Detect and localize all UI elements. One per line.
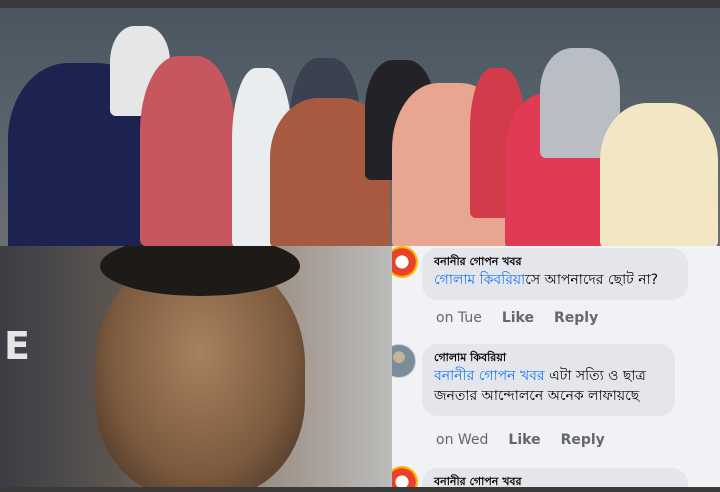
page-logo-icon[interactable] bbox=[392, 466, 418, 487]
comment-text: গোলাম কিবরিয়াসে আপনাদের ছোট না? bbox=[434, 270, 676, 290]
comment-bubble: বনানীর গোপন খবর bbox=[422, 468, 688, 487]
top-frame-bar bbox=[0, 0, 720, 8]
like-button[interactable]: Like bbox=[508, 432, 540, 448]
comment-bubble: গোলাম কিবরিয়া বনানীর গোপন খবর এটা সত্যি… bbox=[422, 344, 675, 416]
comment-time[interactable]: on Tue bbox=[436, 310, 482, 326]
page-logo-icon[interactable] bbox=[392, 246, 418, 278]
comment-thread: বনানীর গোপন খবর গোলাম কিবরিয়াসে আপনাদের… bbox=[392, 246, 720, 487]
comment-actions: on Wed Like Reply bbox=[436, 432, 605, 448]
photo-person bbox=[140, 56, 235, 246]
comment-author[interactable]: গোলাম কিবরিয়া bbox=[434, 350, 663, 366]
user-avatar-icon[interactable] bbox=[392, 344, 416, 378]
comment-body: সে আপনাদের ছোট না? bbox=[525, 272, 659, 288]
comment-actions: on Tue Like Reply bbox=[436, 310, 598, 326]
comment-author[interactable]: বনানীর গোপন খবর bbox=[434, 254, 676, 270]
comment-author[interactable]: বনানীর গোপন খবর bbox=[434, 474, 676, 487]
comment-time[interactable]: on Wed bbox=[436, 432, 488, 448]
portrait-photo: E bbox=[0, 246, 392, 487]
group-photo bbox=[0, 8, 720, 246]
comment-mention[interactable]: বনানীর গোপন খবর bbox=[434, 368, 545, 384]
reply-button[interactable]: Reply bbox=[554, 310, 598, 326]
bottom-frame-bar bbox=[0, 487, 720, 492]
comment-mention[interactable]: গোলাম কিবরিয়া bbox=[434, 272, 525, 288]
like-button[interactable]: Like bbox=[502, 310, 534, 326]
photo-person bbox=[600, 103, 718, 246]
portrait-sign-letter: E bbox=[4, 324, 30, 368]
comment-text: বনানীর গোপন খবর এটা সত্যি ও ছাত্র জনতার … bbox=[434, 366, 663, 406]
reply-button[interactable]: Reply bbox=[561, 432, 605, 448]
comment-bubble: বনানীর গোপন খবর গোলাম কিবরিয়াসে আপনাদের… bbox=[422, 248, 688, 300]
